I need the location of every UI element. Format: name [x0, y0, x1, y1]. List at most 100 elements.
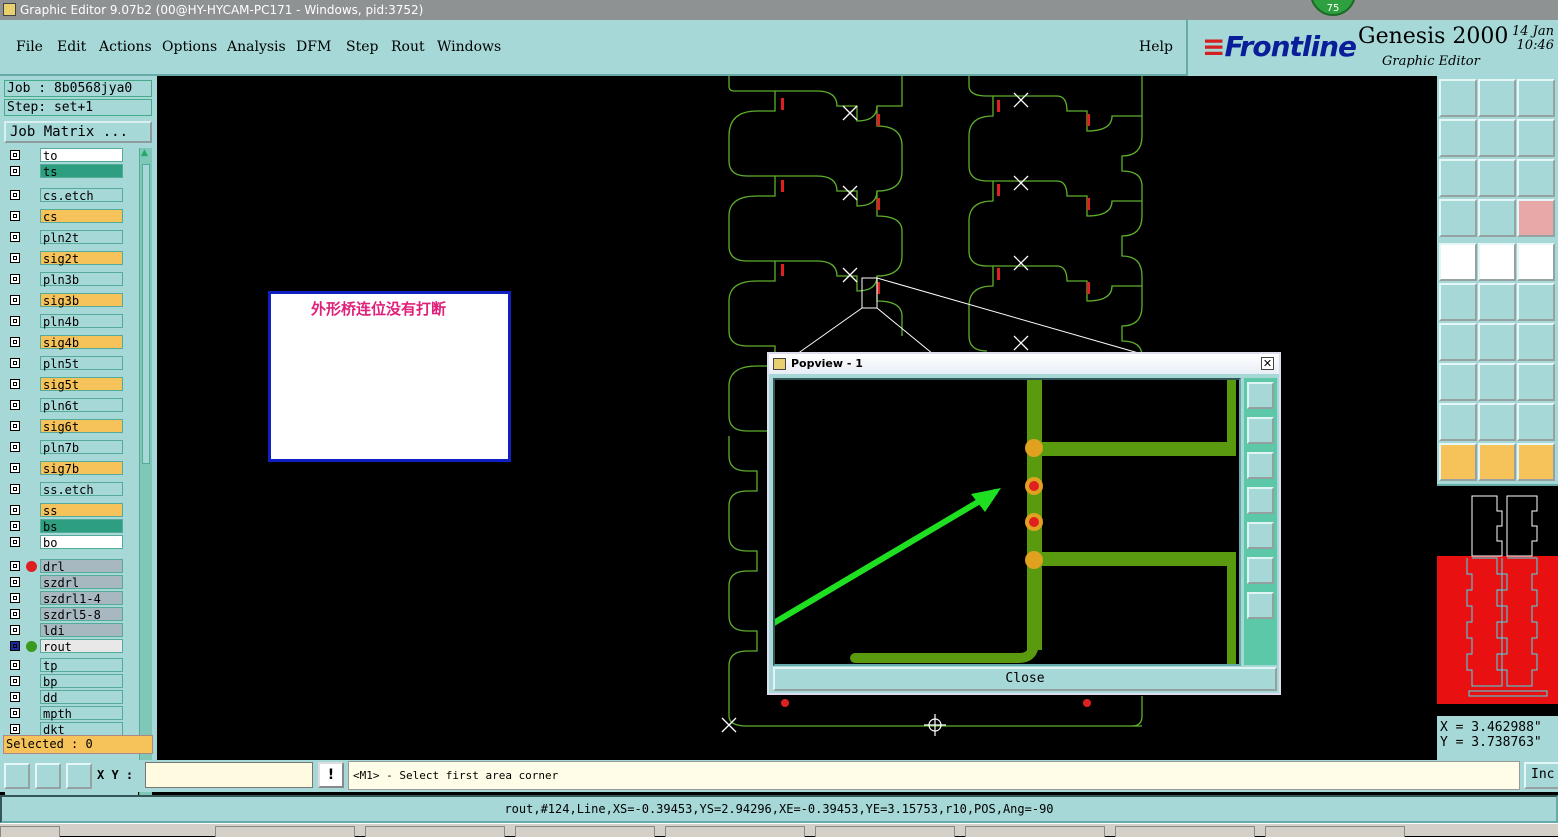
layer-checkbox[interactable] — [10, 166, 20, 176]
layer-checkbox[interactable] — [10, 400, 20, 410]
rotate-icon[interactable] — [1517, 323, 1555, 361]
ruler-icon[interactable] — [1517, 243, 1555, 281]
layer-checkbox[interactable] — [10, 358, 20, 368]
popview-canvas[interactable] — [742, 378, 1241, 666]
triangle-select-icon[interactable] — [1478, 403, 1516, 441]
pointer-select-icon[interactable] — [1478, 443, 1516, 481]
close-icon[interactable]: ✕ — [1261, 357, 1274, 370]
popview-zoom-out-icon[interactable] — [1247, 592, 1274, 619]
job-matrix-button[interactable]: Job Matrix ... — [4, 121, 152, 143]
layer-checkbox[interactable] — [10, 150, 20, 160]
display-options-icon[interactable] — [1439, 199, 1477, 237]
cross-select-icon[interactable] — [1478, 283, 1516, 321]
taskbar-item[interactable] — [1115, 826, 1255, 837]
taskbar-item[interactable] — [665, 826, 805, 837]
add-line-icon[interactable] — [1439, 323, 1477, 361]
menu-windows[interactable]: Windows — [437, 39, 501, 55]
layer-row[interactable]: sig5t — [5, 377, 138, 392]
zoom-in-icon[interactable] — [1439, 159, 1477, 197]
scroll-up-icon[interactable]: ▲ — [141, 148, 148, 158]
warning-button[interactable]: ! — [318, 762, 344, 788]
layer-checkbox[interactable] — [10, 660, 20, 670]
menu-help[interactable]: Help — [1139, 39, 1173, 55]
layer-name[interactable]: drl — [40, 559, 123, 574]
layer-checkbox[interactable] — [10, 708, 20, 718]
layer-checkbox[interactable] — [10, 421, 20, 431]
layer-row[interactable]: pln4b — [5, 314, 138, 329]
layer-row[interactable]: sig6t — [5, 419, 138, 434]
taskbar-item[interactable] — [965, 826, 1105, 837]
layer-checkbox[interactable] — [10, 274, 20, 284]
layer-checkbox[interactable] — [10, 561, 20, 571]
layer-checkbox[interactable] — [10, 190, 20, 200]
add-pad-icon[interactable] — [1439, 363, 1477, 401]
menu-options[interactable]: Options — [162, 39, 217, 55]
popview-zoom-in-icon[interactable] — [1247, 557, 1274, 584]
layer-row[interactable]: mpth — [5, 706, 138, 721]
menu-rout[interactable]: Rout — [391, 39, 425, 55]
layer-name[interactable]: pln5t — [40, 356, 123, 371]
layer-checkbox[interactable] — [10, 676, 20, 686]
layer-name[interactable]: dkt — [40, 722, 123, 737]
pan-left-icon[interactable] — [1439, 119, 1477, 157]
inc-button[interactable]: Inc — [1524, 762, 1558, 789]
layer-checkbox[interactable] — [10, 463, 20, 473]
layer-checkbox[interactable] — [10, 537, 20, 547]
layer-row[interactable]: tp — [5, 658, 138, 673]
layer-checkbox[interactable] — [10, 253, 20, 263]
layer-checkbox[interactable] — [10, 211, 20, 221]
zoom-1to2-icon[interactable] — [1517, 159, 1555, 197]
cut-line-icon[interactable] — [1478, 363, 1516, 401]
layer-row[interactable]: pln7b — [5, 440, 138, 455]
pointer-icon[interactable] — [1439, 443, 1477, 481]
feature-select-icon[interactable] — [1439, 243, 1477, 281]
layer-checkbox[interactable] — [10, 484, 20, 494]
taskbar-item[interactable] — [1265, 826, 1405, 837]
layer-name[interactable]: sig6t — [40, 419, 123, 434]
snap-center-icon[interactable] — [66, 763, 92, 789]
layer-name[interactable]: pln7b — [40, 440, 123, 455]
zoom-out-icon[interactable] — [1478, 159, 1516, 197]
layer-row[interactable]: sig3b — [5, 293, 138, 308]
layer-name[interactable]: sig4b — [40, 335, 123, 350]
taskbar-item[interactable] — [815, 826, 955, 837]
layer-name[interactable]: to — [40, 148, 123, 163]
layer-row[interactable]: sig7b — [5, 461, 138, 476]
layer-checkbox[interactable] — [10, 232, 20, 242]
pan-up-icon[interactable] — [1439, 79, 1477, 117]
popview-window[interactable]: Popview - 1 ✕ Close — [742, 352, 1281, 695]
popview-pan-right-icon[interactable] — [1247, 522, 1274, 549]
layer-row[interactable]: ss — [5, 503, 138, 518]
layer-row[interactable]: pln2t — [5, 230, 138, 245]
popview-pan-down-icon[interactable] — [1247, 452, 1274, 479]
layer-checkbox[interactable] — [10, 505, 20, 515]
layer-row[interactable]: cs.etch — [5, 188, 138, 203]
layer-checkbox[interactable] — [10, 609, 20, 619]
layer-name[interactable]: ldi — [40, 623, 123, 638]
layer-name[interactable]: sig7b — [40, 461, 123, 476]
layer-name[interactable]: cs — [40, 209, 123, 224]
pointer-area-icon[interactable] — [1517, 443, 1555, 481]
layer-name[interactable]: bp — [40, 674, 123, 689]
layer-name[interactable]: cs.etch — [40, 188, 123, 203]
layer-row[interactable]: bo — [5, 535, 138, 550]
pan-right-icon[interactable] — [1478, 119, 1516, 157]
layer-checkbox[interactable] — [10, 724, 20, 734]
layer-row[interactable]: ts — [5, 164, 138, 179]
measure-icon[interactable] — [1478, 243, 1516, 281]
connect-icon[interactable] — [1439, 283, 1477, 321]
layer-name[interactable]: sig2t — [40, 251, 123, 266]
layer-checkbox[interactable] — [10, 692, 20, 702]
layer-row[interactable]: to — [5, 148, 138, 163]
start-button[interactable] — [0, 826, 60, 837]
layer-checkbox[interactable] — [10, 379, 20, 389]
overview-map[interactable] — [1437, 484, 1558, 716]
layer-row[interactable]: ss.etch — [5, 482, 138, 497]
layer-name[interactable]: tp — [40, 658, 123, 673]
layer-row[interactable]: dkt — [5, 722, 138, 737]
layer-checkbox[interactable] — [10, 521, 20, 531]
layer-toggle-icon[interactable] — [1517, 199, 1555, 237]
popview-pan-left-icon[interactable] — [1247, 487, 1274, 514]
popview-title-bar[interactable]: Popview - 1 ✕ — [769, 354, 1279, 374]
layer-row[interactable]: sig2t — [5, 251, 138, 266]
